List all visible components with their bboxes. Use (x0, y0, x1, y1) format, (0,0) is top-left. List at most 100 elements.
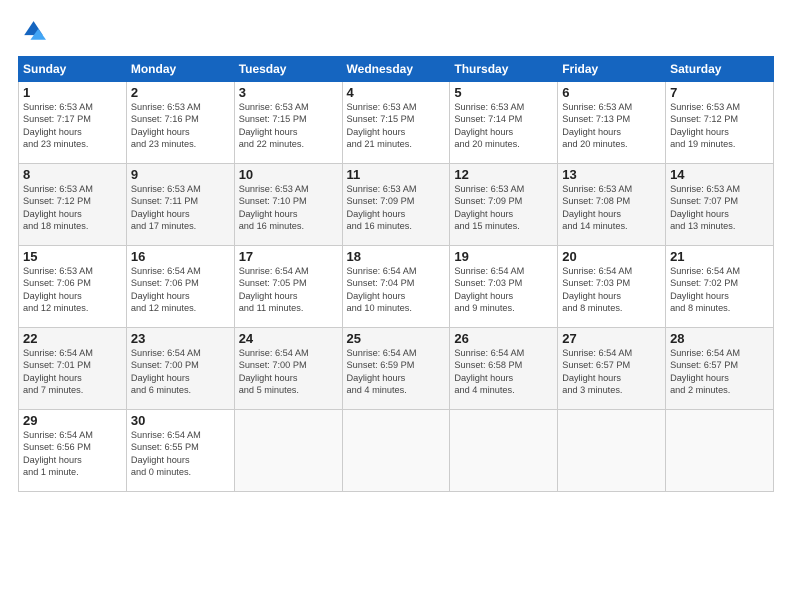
calendar-cell: 24Sunrise: 6:54 AMSunset: 7:00 PMDayligh… (234, 328, 342, 410)
day-number: 19 (454, 249, 553, 264)
day-detail: Sunrise: 6:54 AMSunset: 6:55 PMDaylight … (131, 429, 230, 479)
day-detail: Sunrise: 6:54 AMSunset: 6:59 PMDaylight … (347, 347, 446, 397)
header (18, 18, 774, 46)
calendar-cell: 28Sunrise: 6:54 AMSunset: 6:57 PMDayligh… (666, 328, 774, 410)
weekday-header: Friday (558, 57, 666, 82)
calendar-cell: 4Sunrise: 6:53 AMSunset: 7:15 PMDaylight… (342, 82, 450, 164)
calendar-cell: 21Sunrise: 6:54 AMSunset: 7:02 PMDayligh… (666, 246, 774, 328)
day-number: 18 (347, 249, 446, 264)
day-number: 5 (454, 85, 553, 100)
day-detail: Sunrise: 6:54 AMSunset: 7:03 PMDaylight … (454, 265, 553, 315)
logo-icon (18, 18, 46, 46)
calendar-cell: 9Sunrise: 6:53 AMSunset: 7:11 PMDaylight… (126, 164, 234, 246)
calendar-cell: 13Sunrise: 6:53 AMSunset: 7:08 PMDayligh… (558, 164, 666, 246)
calendar-cell: 2Sunrise: 6:53 AMSunset: 7:16 PMDaylight… (126, 82, 234, 164)
day-detail: Sunrise: 6:54 AMSunset: 6:57 PMDaylight … (562, 347, 661, 397)
calendar-cell: 16Sunrise: 6:54 AMSunset: 7:06 PMDayligh… (126, 246, 234, 328)
page: SundayMondayTuesdayWednesdayThursdayFrid… (0, 0, 792, 612)
calendar: SundayMondayTuesdayWednesdayThursdayFrid… (18, 56, 774, 492)
calendar-cell: 3Sunrise: 6:53 AMSunset: 7:15 PMDaylight… (234, 82, 342, 164)
weekday-header: Wednesday (342, 57, 450, 82)
day-detail: Sunrise: 6:53 AMSunset: 7:07 PMDaylight … (670, 183, 769, 233)
day-number: 1 (23, 85, 122, 100)
day-detail: Sunrise: 6:54 AMSunset: 7:06 PMDaylight … (131, 265, 230, 315)
day-number: 21 (670, 249, 769, 264)
calendar-cell: 19Sunrise: 6:54 AMSunset: 7:03 PMDayligh… (450, 246, 558, 328)
calendar-week-row: 29Sunrise: 6:54 AMSunset: 6:56 PMDayligh… (19, 410, 774, 492)
day-number: 10 (239, 167, 338, 182)
day-number: 28 (670, 331, 769, 346)
day-detail: Sunrise: 6:53 AMSunset: 7:16 PMDaylight … (131, 101, 230, 151)
calendar-cell: 27Sunrise: 6:54 AMSunset: 6:57 PMDayligh… (558, 328, 666, 410)
day-number: 8 (23, 167, 122, 182)
day-number: 3 (239, 85, 338, 100)
calendar-week-row: 15Sunrise: 6:53 AMSunset: 7:06 PMDayligh… (19, 246, 774, 328)
day-number: 29 (23, 413, 122, 428)
day-detail: Sunrise: 6:53 AMSunset: 7:09 PMDaylight … (347, 183, 446, 233)
day-number: 2 (131, 85, 230, 100)
calendar-cell: 20Sunrise: 6:54 AMSunset: 7:03 PMDayligh… (558, 246, 666, 328)
calendar-cell: 7Sunrise: 6:53 AMSunset: 7:12 PMDaylight… (666, 82, 774, 164)
day-detail: Sunrise: 6:53 AMSunset: 7:09 PMDaylight … (454, 183, 553, 233)
calendar-cell: 23Sunrise: 6:54 AMSunset: 7:00 PMDayligh… (126, 328, 234, 410)
day-detail: Sunrise: 6:54 AMSunset: 7:01 PMDaylight … (23, 347, 122, 397)
calendar-week-row: 8Sunrise: 6:53 AMSunset: 7:12 PMDaylight… (19, 164, 774, 246)
logo (18, 18, 50, 46)
day-number: 23 (131, 331, 230, 346)
calendar-week-row: 1Sunrise: 6:53 AMSunset: 7:17 PMDaylight… (19, 82, 774, 164)
calendar-cell: 22Sunrise: 6:54 AMSunset: 7:01 PMDayligh… (19, 328, 127, 410)
day-number: 24 (239, 331, 338, 346)
calendar-cell: 26Sunrise: 6:54 AMSunset: 6:58 PMDayligh… (450, 328, 558, 410)
day-number: 30 (131, 413, 230, 428)
day-number: 12 (454, 167, 553, 182)
day-number: 27 (562, 331, 661, 346)
day-number: 16 (131, 249, 230, 264)
day-number: 11 (347, 167, 446, 182)
calendar-header-row: SundayMondayTuesdayWednesdayThursdayFrid… (19, 57, 774, 82)
day-detail: Sunrise: 6:54 AMSunset: 7:04 PMDaylight … (347, 265, 446, 315)
weekday-header: Monday (126, 57, 234, 82)
day-number: 6 (562, 85, 661, 100)
calendar-cell (234, 410, 342, 492)
calendar-cell: 12Sunrise: 6:53 AMSunset: 7:09 PMDayligh… (450, 164, 558, 246)
calendar-cell: 6Sunrise: 6:53 AMSunset: 7:13 PMDaylight… (558, 82, 666, 164)
day-detail: Sunrise: 6:54 AMSunset: 7:00 PMDaylight … (239, 347, 338, 397)
day-detail: Sunrise: 6:54 AMSunset: 7:00 PMDaylight … (131, 347, 230, 397)
day-detail: Sunrise: 6:53 AMSunset: 7:17 PMDaylight … (23, 101, 122, 151)
day-number: 7 (670, 85, 769, 100)
day-number: 13 (562, 167, 661, 182)
day-detail: Sunrise: 6:53 AMSunset: 7:06 PMDaylight … (23, 265, 122, 315)
calendar-cell: 8Sunrise: 6:53 AMSunset: 7:12 PMDaylight… (19, 164, 127, 246)
day-detail: Sunrise: 6:54 AMSunset: 6:56 PMDaylight … (23, 429, 122, 479)
weekday-header: Sunday (19, 57, 127, 82)
day-detail: Sunrise: 6:54 AMSunset: 7:03 PMDaylight … (562, 265, 661, 315)
calendar-cell: 1Sunrise: 6:53 AMSunset: 7:17 PMDaylight… (19, 82, 127, 164)
calendar-cell: 30Sunrise: 6:54 AMSunset: 6:55 PMDayligh… (126, 410, 234, 492)
day-detail: Sunrise: 6:53 AMSunset: 7:15 PMDaylight … (239, 101, 338, 151)
calendar-week-row: 22Sunrise: 6:54 AMSunset: 7:01 PMDayligh… (19, 328, 774, 410)
calendar-cell: 11Sunrise: 6:53 AMSunset: 7:09 PMDayligh… (342, 164, 450, 246)
day-detail: Sunrise: 6:53 AMSunset: 7:13 PMDaylight … (562, 101, 661, 151)
day-detail: Sunrise: 6:53 AMSunset: 7:12 PMDaylight … (670, 101, 769, 151)
calendar-cell (342, 410, 450, 492)
day-number: 17 (239, 249, 338, 264)
calendar-cell: 5Sunrise: 6:53 AMSunset: 7:14 PMDaylight… (450, 82, 558, 164)
day-number: 20 (562, 249, 661, 264)
calendar-cell: 18Sunrise: 6:54 AMSunset: 7:04 PMDayligh… (342, 246, 450, 328)
weekday-header: Tuesday (234, 57, 342, 82)
calendar-cell (558, 410, 666, 492)
calendar-cell (450, 410, 558, 492)
day-number: 22 (23, 331, 122, 346)
day-detail: Sunrise: 6:54 AMSunset: 6:57 PMDaylight … (670, 347, 769, 397)
day-number: 15 (23, 249, 122, 264)
day-detail: Sunrise: 6:53 AMSunset: 7:10 PMDaylight … (239, 183, 338, 233)
calendar-cell: 15Sunrise: 6:53 AMSunset: 7:06 PMDayligh… (19, 246, 127, 328)
calendar-cell: 14Sunrise: 6:53 AMSunset: 7:07 PMDayligh… (666, 164, 774, 246)
weekday-header: Thursday (450, 57, 558, 82)
day-detail: Sunrise: 6:53 AMSunset: 7:08 PMDaylight … (562, 183, 661, 233)
calendar-cell (666, 410, 774, 492)
day-number: 26 (454, 331, 553, 346)
calendar-cell: 17Sunrise: 6:54 AMSunset: 7:05 PMDayligh… (234, 246, 342, 328)
day-detail: Sunrise: 6:53 AMSunset: 7:12 PMDaylight … (23, 183, 122, 233)
calendar-cell: 25Sunrise: 6:54 AMSunset: 6:59 PMDayligh… (342, 328, 450, 410)
